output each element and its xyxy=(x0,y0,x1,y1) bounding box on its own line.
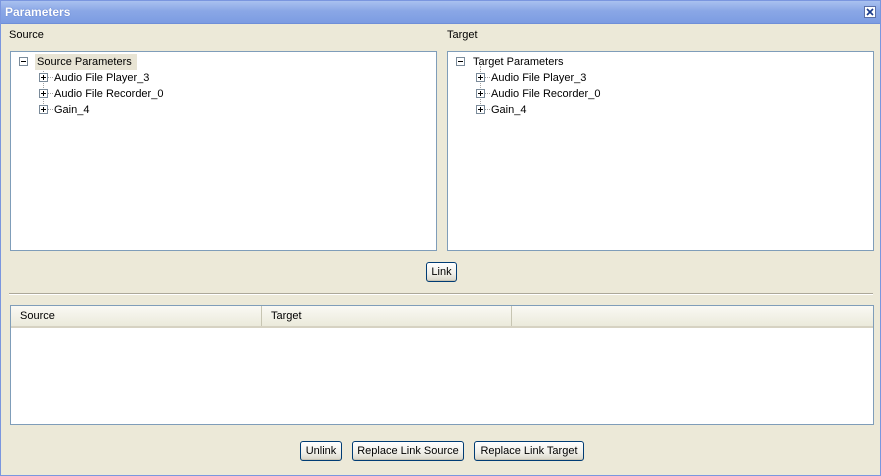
expand-icon[interactable] xyxy=(39,89,48,98)
links-table[interactable]: Source Target xyxy=(10,305,874,425)
target-node-label[interactable]: Gain_4 xyxy=(491,102,526,118)
replace-link-source-button[interactable]: Replace Link Source xyxy=(352,441,464,461)
replace-link-target-button[interactable]: Replace Link Target xyxy=(474,441,584,461)
target-root-label[interactable]: Target Parameters xyxy=(473,54,563,70)
expand-icon[interactable] xyxy=(39,73,48,82)
close-icon xyxy=(866,8,874,16)
unlink-button[interactable]: Unlink xyxy=(300,441,342,461)
parameters-dialog: Parameters Source Source Parameters Audi… xyxy=(0,0,881,476)
expand-icon[interactable] xyxy=(476,105,485,114)
collapse-icon[interactable] xyxy=(456,57,465,66)
target-node-label[interactable]: Audio File Recorder_0 xyxy=(491,86,600,102)
expand-icon[interactable] xyxy=(476,73,485,82)
title-bar[interactable]: Parameters xyxy=(1,1,880,24)
expand-icon[interactable] xyxy=(476,89,485,98)
target-tree[interactable]: Target Parameters Audio File Player_3 Au… xyxy=(447,51,874,251)
table-header: Source Target xyxy=(11,306,873,328)
column-header-source[interactable]: Source xyxy=(11,306,262,326)
source-node-label[interactable]: Audio File Player_3 xyxy=(54,70,149,86)
window-title: Parameters xyxy=(5,5,71,19)
source-root-label[interactable]: Source Parameters xyxy=(35,54,137,70)
expand-icon[interactable] xyxy=(39,105,48,114)
target-label: Target xyxy=(447,29,478,41)
target-node-label[interactable]: Audio File Player_3 xyxy=(491,70,586,86)
separator xyxy=(9,293,873,295)
link-button[interactable]: Link xyxy=(426,262,457,282)
source-label: Source xyxy=(9,29,44,41)
close-button[interactable] xyxy=(864,6,876,18)
column-header-empty xyxy=(512,306,873,326)
source-tree[interactable]: Source Parameters Audio File Player_3 Au… xyxy=(10,51,437,251)
source-node-label[interactable]: Gain_4 xyxy=(54,102,89,118)
collapse-icon[interactable] xyxy=(19,57,28,66)
source-node-label[interactable]: Audio File Recorder_0 xyxy=(54,86,163,102)
column-header-target[interactable]: Target xyxy=(262,306,512,326)
